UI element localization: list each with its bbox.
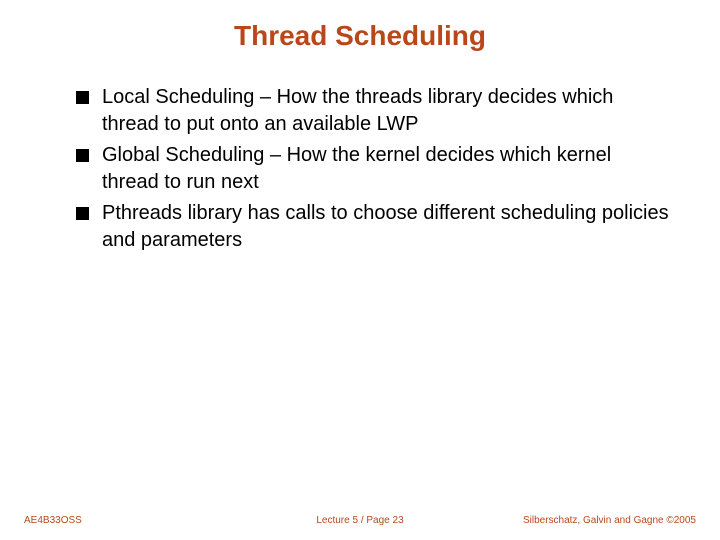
slide: Thread Scheduling Local Scheduling – How… bbox=[0, 0, 720, 540]
page-title: Thread Scheduling bbox=[48, 20, 672, 52]
bullet-list: Local Scheduling – How the threads libra… bbox=[48, 84, 672, 254]
footer-left: AE4B33OSS bbox=[24, 515, 82, 526]
footer-right: Silberschatz, Galvin and Gagne ©2005 bbox=[523, 515, 696, 526]
list-item: Pthreads library has calls to choose dif… bbox=[76, 200, 672, 254]
footer: AE4B33OSS Lecture 5 / Page 23 Silberscha… bbox=[0, 515, 720, 526]
list-item: Global Scheduling – How the kernel decid… bbox=[76, 142, 672, 196]
list-item: Local Scheduling – How the threads libra… bbox=[76, 84, 672, 138]
